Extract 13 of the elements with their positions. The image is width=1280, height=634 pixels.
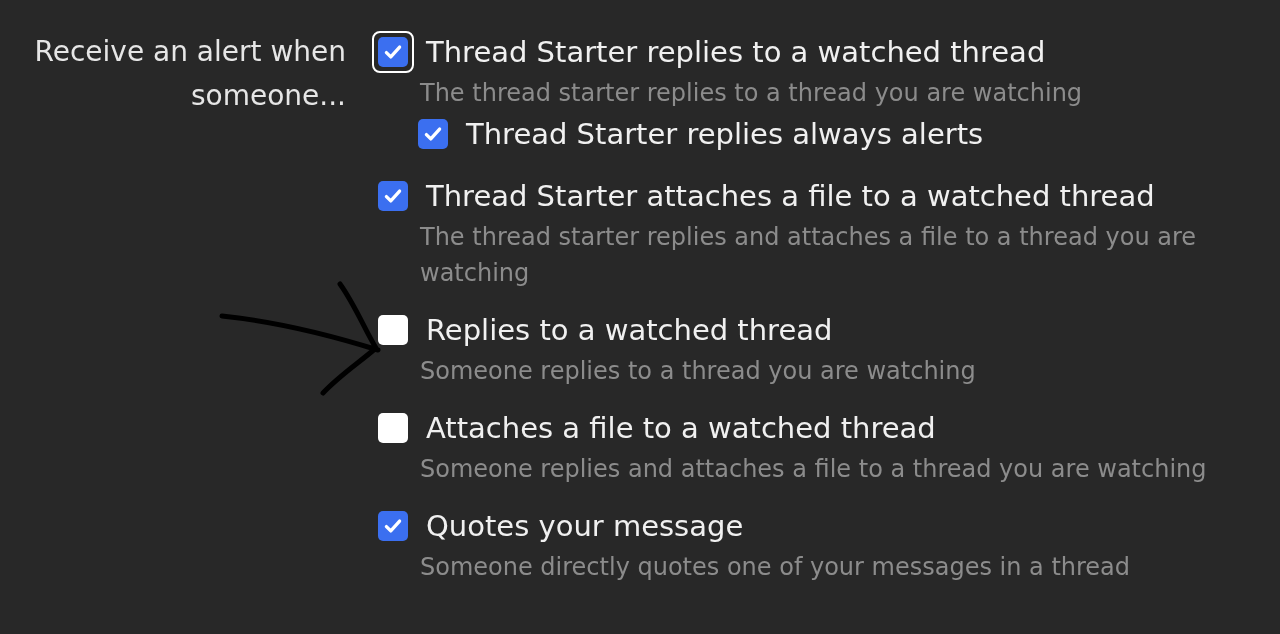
option-label[interactable]: Replies to a watched thread xyxy=(426,313,833,347)
option-label[interactable]: Quotes your message xyxy=(426,509,744,543)
option-label[interactable]: Attaches a file to a watched thread xyxy=(426,411,936,445)
option-description: Someone directly quotes one of your messages in a thread xyxy=(420,552,1132,583)
option-description: The thread starter replies to a thread you are watching xyxy=(420,78,1084,109)
option-description: Someone replies to a thread you are watching xyxy=(420,356,977,387)
checkbox[interactable] xyxy=(372,31,414,73)
option-description: The thread starter replies and attaches a file to a thread you are watching xyxy=(420,222,1198,289)
field-label: Receive an alert when someone... xyxy=(34,34,346,114)
option-label[interactable]: Thread Starter replies always alerts xyxy=(466,117,984,151)
option-label[interactable]: Thread Starter attaches a file to a watched thread xyxy=(426,179,1155,213)
option-label[interactable]: Thread Starter replies to a watched thread xyxy=(426,35,1046,69)
option-description: Someone replies and attaches a file to a thread you are watching xyxy=(420,454,1208,485)
